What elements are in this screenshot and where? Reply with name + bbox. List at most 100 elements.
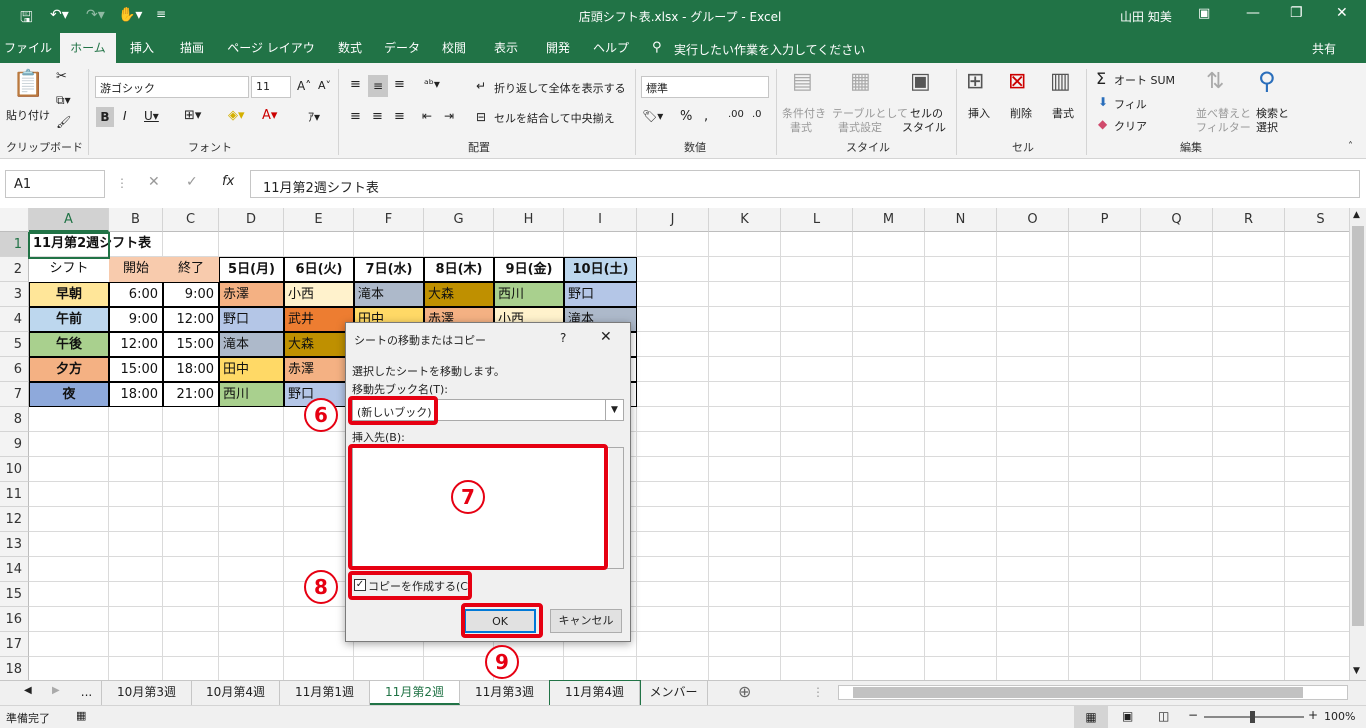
- data-cell[interactable]: 午前: [29, 307, 109, 332]
- row-header[interactable]: 11: [0, 482, 29, 507]
- data-cell[interactable]: 大森: [424, 282, 494, 307]
- help-icon[interactable]: ?: [560, 331, 566, 345]
- zoom-in-icon[interactable]: +: [1308, 708, 1318, 722]
- data-cell[interactable]: 赤澤: [219, 282, 284, 307]
- tab-developer[interactable]: 開発: [536, 33, 580, 63]
- orientation-icon[interactable]: ᵃᵇ▾: [424, 77, 440, 91]
- share-button[interactable]: 共有: [1312, 40, 1336, 57]
- name-box[interactable]: A1: [5, 170, 105, 198]
- header-cell[interactable]: 6日(火): [284, 257, 354, 282]
- format-cells-label[interactable]: 書式: [1052, 105, 1074, 121]
- autosum-icon[interactable]: Σ: [1096, 69, 1106, 88]
- row-header[interactable]: 16: [0, 607, 29, 632]
- row-header[interactable]: 10: [0, 457, 29, 482]
- tab-view[interactable]: 表示: [484, 33, 528, 63]
- sheet-tab[interactable]: 11月第3週: [460, 681, 550, 705]
- data-cell[interactable]: 赤澤: [284, 357, 354, 382]
- row-header[interactable]: 2: [0, 257, 29, 282]
- column-header[interactable]: E: [284, 208, 354, 232]
- next-sheet-icon[interactable]: ▶: [52, 685, 60, 696]
- scroll-down-icon[interactable]: ▼: [1353, 666, 1360, 676]
- copy-icon[interactable]: ⧉▾: [56, 93, 71, 108]
- cell-styles-label2[interactable]: スタイル: [902, 119, 946, 135]
- find-select-label2[interactable]: 選択: [1256, 119, 1278, 135]
- column-header[interactable]: Q: [1141, 208, 1213, 232]
- column-header[interactable]: J: [637, 208, 709, 232]
- column-header[interactable]: B: [109, 208, 163, 232]
- fill-button[interactable]: フィル: [1114, 96, 1147, 112]
- header-cell[interactable]: シフト: [29, 257, 109, 282]
- tab-formulas[interactable]: 数式: [328, 33, 372, 63]
- cancel-icon[interactable]: ✕: [148, 174, 160, 190]
- clear-icon[interactable]: ◆: [1098, 117, 1107, 131]
- font-size-box[interactable]: 11: [251, 76, 291, 98]
- tab-file[interactable]: ファイル: [0, 33, 56, 63]
- minimize-icon[interactable]: —: [1246, 5, 1260, 21]
- sheet-tab-active[interactable]: 11月第2週: [370, 681, 460, 705]
- wrap-text-icon[interactable]: ↵: [476, 79, 486, 93]
- enter-icon[interactable]: ✓: [186, 174, 198, 190]
- data-cell[interactable]: 田中: [219, 357, 284, 382]
- font-color-icon[interactable]: A▾: [262, 108, 277, 123]
- column-header[interactable]: K: [709, 208, 781, 232]
- column-header[interactable]: P: [1069, 208, 1141, 232]
- customize-qat-icon[interactable]: ≡: [156, 7, 166, 21]
- zoom-slider-thumb[interactable]: [1250, 711, 1255, 723]
- row-header[interactable]: 14: [0, 557, 29, 582]
- data-cell[interactable]: 夜: [29, 382, 109, 407]
- data-cell[interactable]: 夕方: [29, 357, 109, 382]
- data-cell[interactable]: 野口: [219, 307, 284, 332]
- restore-icon[interactable]: ❐: [1290, 5, 1303, 21]
- row-header[interactable]: 17: [0, 632, 29, 657]
- format-as-table-icon[interactable]: ▦: [850, 69, 871, 94]
- row-header[interactable]: 18: [0, 657, 29, 680]
- underline-icon[interactable]: U▾: [144, 109, 159, 123]
- clear-button[interactable]: クリア: [1114, 118, 1147, 134]
- sheet-tab[interactable]: 11月第1週: [280, 681, 370, 705]
- data-cell[interactable]: 滝本: [219, 332, 284, 357]
- column-header[interactable]: R: [1213, 208, 1285, 232]
- data-cell[interactable]: 野口: [564, 282, 637, 307]
- ribbon-display-icon[interactable]: ▣: [1198, 6, 1210, 21]
- conditional-format-label2[interactable]: 書式: [790, 119, 812, 135]
- find-select-icon[interactable]: ⚲: [1258, 67, 1276, 95]
- row-header[interactable]: 12: [0, 507, 29, 532]
- column-header[interactable]: L: [781, 208, 853, 232]
- decrease-decimal-icon[interactable]: .0: [752, 109, 762, 120]
- column-header[interactable]: D: [219, 208, 284, 232]
- data-cell[interactable]: 18:00: [109, 382, 163, 407]
- data-cell[interactable]: 18:00: [163, 357, 219, 382]
- data-cell[interactable]: 9:00: [109, 307, 163, 332]
- italic-icon[interactable]: I: [123, 109, 127, 123]
- touch-mode-icon[interactable]: ✋▾: [118, 7, 142, 23]
- column-header[interactable]: O: [997, 208, 1069, 232]
- column-header[interactable]: A: [29, 208, 109, 232]
- delete-cells-icon[interactable]: ⊠: [1008, 69, 1026, 94]
- tab-help[interactable]: ヘルプ: [588, 33, 634, 63]
- scroll-thumb[interactable]: [1352, 226, 1364, 626]
- grow-font-icon[interactable]: A˄: [297, 79, 311, 93]
- row-header[interactable]: 1: [0, 232, 29, 257]
- zoom-out-icon[interactable]: −: [1188, 708, 1198, 722]
- data-cell[interactable]: 小西: [284, 282, 354, 307]
- column-header[interactable]: G: [424, 208, 494, 232]
- row-header[interactable]: 5: [0, 332, 29, 357]
- tab-data[interactable]: データ: [378, 33, 426, 63]
- tab-more[interactable]: ...: [72, 681, 102, 705]
- row-header[interactable]: 7: [0, 382, 29, 407]
- cancel-button[interactable]: キャンセル: [550, 609, 622, 633]
- data-cell[interactable]: 西川: [494, 282, 564, 307]
- column-header[interactable]: H: [494, 208, 564, 232]
- user-name[interactable]: 山田 知美: [1120, 8, 1172, 25]
- header-cell[interactable]: 5日(月): [219, 257, 284, 282]
- page-layout-view-icon[interactable]: ▣: [1122, 709, 1133, 723]
- save-icon[interactable]: 🖫: [20, 7, 33, 32]
- autosum-button[interactable]: オート SUM: [1114, 72, 1175, 88]
- data-cell[interactable]: 西川: [219, 382, 284, 407]
- sheet-tab[interactable]: 10月第3週: [102, 681, 192, 705]
- increase-decimal-icon[interactable]: .00: [728, 109, 744, 120]
- insert-cells-label[interactable]: 挿入: [968, 105, 990, 121]
- cut-icon[interactable]: ✂: [56, 69, 67, 84]
- bold-icon[interactable]: B: [96, 107, 114, 127]
- conditional-format-icon[interactable]: ▤: [792, 69, 813, 94]
